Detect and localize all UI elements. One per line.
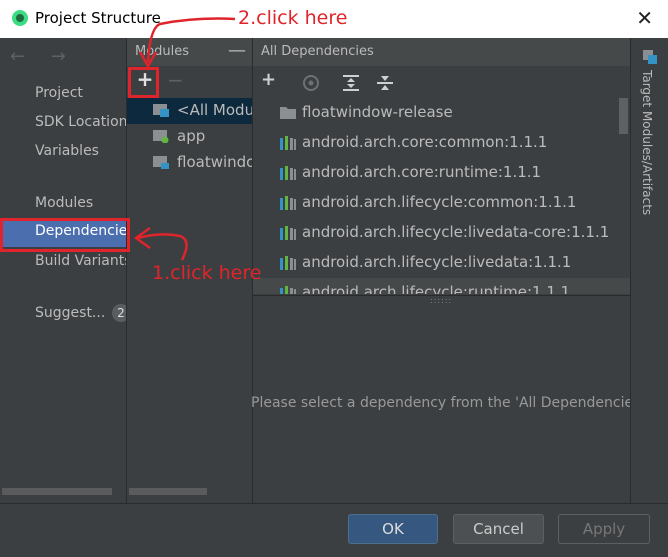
library-module-icon <box>153 156 169 169</box>
modules-header-label: Modules <box>135 44 190 59</box>
empty-detail-message: Please select a dependency from the 'All… <box>251 395 647 411</box>
dependency-label: android.arch.core:common:1.1.1 <box>302 133 548 151</box>
nav-back-forward-icon[interactable]: ← → <box>10 46 76 67</box>
sidebar: ← → Project SDK Location Variables Modul… <box>0 38 135 503</box>
dependencies-panel: All Dependencies + floatwindow-release a… <box>251 38 646 503</box>
modules-header: Modules — <box>127 38 252 66</box>
remove-module-button[interactable]: − <box>167 68 184 92</box>
dialog-footer: OK Cancel Apply <box>0 503 668 557</box>
dependency-label: android.arch.lifecycle:livedata:1.1.1 <box>302 253 572 271</box>
dependency-label: android.arch.lifecycle:common:1.1.1 <box>302 193 577 211</box>
collapse-all-icon[interactable] <box>376 74 394 92</box>
library-icon <box>280 286 296 294</box>
module-item-floatwindow[interactable]: floatwindow-release <box>127 150 252 176</box>
dependencies-header: All Dependencies <box>253 38 630 66</box>
annotation-highlight-add <box>128 67 159 98</box>
module-item-label: app <box>177 127 206 145</box>
library-icon <box>280 136 296 150</box>
expand-all-icon[interactable] <box>342 74 360 92</box>
apply-button[interactable]: Apply <box>558 514 650 544</box>
dialog-body: ← → Project SDK Location Variables Modul… <box>0 38 668 503</box>
sidebar-item-modules[interactable]: Modules <box>35 195 93 211</box>
sidebar-item-project[interactable]: Project <box>35 85 83 101</box>
sidebar-item-suggestions[interactable]: Suggest... <box>35 305 105 321</box>
dependencies-scrollbar[interactable] <box>619 98 628 134</box>
target-modules-tab[interactable]: Target Modules/Artifacts <box>631 38 668 503</box>
android-studio-icon <box>12 10 28 26</box>
sidebar-item-build-variants[interactable]: Build Variants <box>35 253 132 269</box>
collapse-icon[interactable]: — <box>228 40 246 61</box>
target-icon[interactable] <box>302 74 320 92</box>
dependencies-header-label: All Dependencies <box>261 44 374 59</box>
window-title: Project Structure <box>35 9 161 27</box>
dependency-item[interactable]: android.arch.lifecycle:livedata:1.1.1 <box>253 248 630 278</box>
drag-handle-icon: :::::: <box>430 296 453 305</box>
dependencies-list: floatwindow-release android.arch.core:co… <box>253 98 630 294</box>
library-icon <box>280 166 296 180</box>
folder-module-icon <box>280 107 296 119</box>
splitter-handle[interactable]: :::::: <box>253 295 630 305</box>
dependency-item[interactable]: floatwindow-release <box>253 98 630 128</box>
target-modules-label: Target Modules/Artifacts <box>640 70 654 216</box>
dependency-item[interactable]: android.arch.lifecycle:livedata-core:1.1… <box>253 218 630 248</box>
module-item-all[interactable]: <All Modules> <box>127 98 252 124</box>
modules-scrollbar[interactable] <box>129 488 207 495</box>
annotation-highlight-dependencies <box>0 218 130 252</box>
library-icon <box>280 196 296 210</box>
dependency-label: android.arch.lifecycle:livedata-core:1.1… <box>302 223 610 241</box>
library-icon <box>280 226 296 240</box>
sidebar-item-sdk-location[interactable]: SDK Location <box>35 114 128 130</box>
cancel-button[interactable]: Cancel <box>453 514 544 544</box>
sidebar-item-variables[interactable]: Variables <box>35 143 99 159</box>
dependency-label: android.arch.lifecycle:runtime:1.1.1 <box>302 283 571 294</box>
module-item-label: floatwindow-release <box>177 153 252 171</box>
android-module-icon <box>153 130 169 143</box>
annotation-step-2: 2.click here <box>238 7 348 29</box>
target-modules-icon <box>643 50 657 64</box>
library-icon <box>280 256 296 270</box>
all-modules-icon <box>153 104 169 117</box>
dependency-label: floatwindow-release <box>302 103 453 121</box>
dependency-item[interactable]: android.arch.lifecycle:common:1.1.1 <box>253 188 630 218</box>
dependency-item[interactable]: android.arch.core:runtime:1.1.1 <box>253 158 630 188</box>
close-icon[interactable]: ✕ <box>636 6 653 30</box>
sidebar-scrollbar[interactable] <box>2 488 112 495</box>
dependency-label: android.arch.core:runtime:1.1.1 <box>302 163 542 181</box>
dependencies-toolbar: + <box>253 66 630 98</box>
annotation-step-1: 1.click here <box>152 262 262 284</box>
dependency-item[interactable]: android.arch.core:common:1.1.1 <box>253 128 630 158</box>
ok-button[interactable]: OK <box>348 514 438 544</box>
module-item-app[interactable]: app <box>127 124 252 150</box>
add-dependency-button[interactable]: + <box>261 69 276 90</box>
dependency-item[interactable]: android.arch.lifecycle:runtime:1.1.1 <box>253 278 630 294</box>
module-item-label: <All Modules> <box>177 101 252 119</box>
